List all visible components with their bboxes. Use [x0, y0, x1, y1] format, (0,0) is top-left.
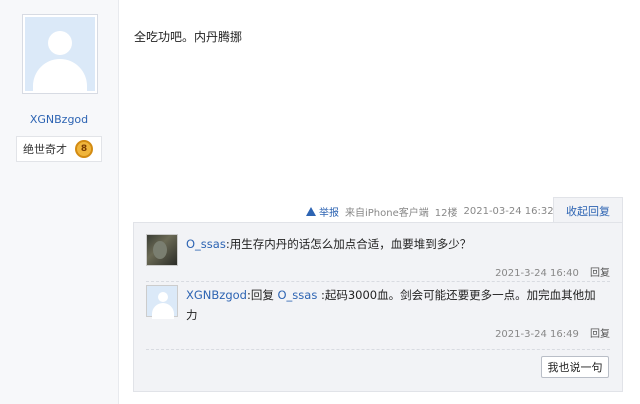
- reply-time: 2021-3-24 16:49: [495, 329, 579, 340]
- reply-meta: 2021-3-24 16:49 回复: [495, 325, 610, 340]
- post-source: 来自iPhone客户端: [345, 207, 429, 219]
- reply-time: 2021-3-24 16:40: [495, 268, 579, 279]
- reply-divider: [146, 281, 610, 282]
- avatar[interactable]: [22, 14, 98, 94]
- say-something-button[interactable]: 我也说一句: [541, 356, 609, 378]
- reply-target-link[interactable]: O_ssas: [278, 288, 318, 302]
- username-link[interactable]: XGNBzgod: [0, 113, 118, 126]
- reply-meta: 2021-3-24 16:40 回复: [495, 264, 610, 279]
- reply-author-link[interactable]: O_ssas: [186, 237, 226, 251]
- post-meta: 举报 来自iPhone客户端 12楼 2021-03-24 16:32: [306, 203, 554, 219]
- level-star-icon: 8: [75, 140, 93, 158]
- post-content: 全吃功吧。内丹腾挪: [134, 30, 243, 44]
- rank-title: 绝世奇才: [23, 143, 67, 156]
- reply-button[interactable]: 回复: [590, 329, 610, 340]
- reply-button[interactable]: 回复: [590, 268, 610, 279]
- reply-item: O_ssas:用生存内丹的话怎么加点合适，血要堆到多少？ 2021-3-24 1…: [146, 234, 610, 284]
- reply-avatar[interactable]: [146, 234, 178, 266]
- post-timestamp: 2021-03-24 16:32: [463, 205, 554, 217]
- level-number: 8: [80, 144, 88, 154]
- reply-item: XGNBzgod:回复 O_ssas :起码3000血。剑会可能还要更多一点。加…: [146, 285, 610, 345]
- reply-author-link[interactable]: XGNBzgod: [186, 288, 247, 302]
- author-sidebar: XGNBzgod 绝世奇才 8: [0, 0, 119, 404]
- default-avatar-icon: [25, 17, 95, 91]
- reply-body: 用生存内丹的话怎么加点合适，血要堆到多少？: [229, 237, 472, 251]
- report-label: 举报: [319, 207, 339, 219]
- collapse-replies-button[interactable]: 收起回复: [553, 197, 623, 223]
- reply-text: O_ssas:用生存内丹的话怎么加点合适，血要堆到多少？: [186, 237, 472, 251]
- reply-text: XGNBzgod:回复 O_ssas :起码3000血。剑会可能还要更多一点。加…: [186, 288, 596, 322]
- user-rank-badge[interactable]: 绝世奇才 8: [16, 136, 102, 162]
- report-link[interactable]: 举报: [306, 204, 339, 219]
- post-floor: 12楼: [434, 207, 458, 219]
- warning-icon: [306, 206, 316, 216]
- reply-avatar[interactable]: [146, 285, 178, 319]
- reply-divider: [146, 349, 610, 350]
